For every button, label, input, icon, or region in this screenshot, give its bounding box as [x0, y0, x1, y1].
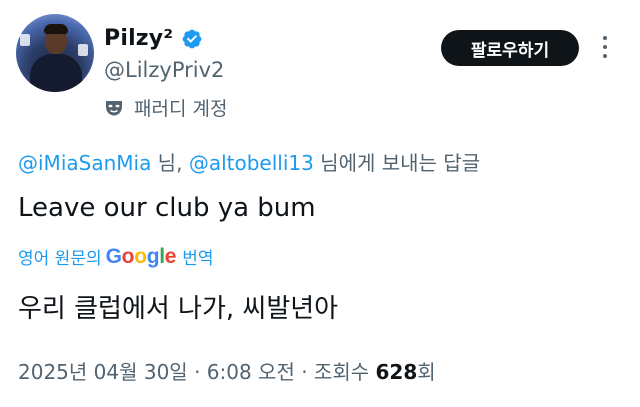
- mention-link[interactable]: @iMiaSanMia: [18, 151, 151, 175]
- verified-badge-icon[interactable]: [181, 28, 203, 50]
- views-count: 628: [375, 360, 418, 384]
- display-name[interactable]: Pilzy²: [104, 26, 173, 51]
- avatar[interactable]: [16, 14, 94, 92]
- reply-context: @iMiaSanMia 님, @altobelli13 님에게 보내는 답글: [18, 147, 480, 176]
- google-logo: Google: [105, 244, 177, 268]
- more-vertical-icon[interactable]: [601, 36, 609, 62]
- parody-label-text: 패러디 계정: [134, 98, 228, 120]
- parody-mask-icon: [104, 98, 124, 118]
- mention-link[interactable]: @altobelli13: [189, 151, 314, 175]
- timestamp[interactable]: 2025년 04월 30일 · 6:08 오전 · 조회수: [18, 360, 375, 384]
- views-suffix: 회: [417, 360, 436, 384]
- translated-text: 우리 클럽에서 나가, 씨발년아: [18, 294, 339, 324]
- translation-suffix: 번역: [182, 249, 214, 269]
- name-row: Pilzy²: [104, 26, 203, 51]
- avatar-bg-logo: [20, 34, 30, 46]
- translation-attribution[interactable]: 영어 원문의 Google 번역: [18, 244, 214, 270]
- user-handle[interactable]: @LilzyPriv2: [104, 58, 224, 82]
- reply-separator: 님,: [151, 151, 189, 175]
- tweet-text: Leave our club ya bum: [18, 193, 316, 223]
- reply-suffix: 님에게 보내는 답글: [313, 151, 481, 175]
- tweet-meta: 2025년 04월 30일 · 6:08 오전 · 조회수 628회: [18, 356, 436, 385]
- translation-prefix: 영어 원문의: [18, 249, 102, 269]
- follow-button[interactable]: 팔로우하기: [441, 30, 579, 66]
- avatar-bg-logo: [78, 44, 88, 56]
- parody-account-label: 패러디 계정: [104, 94, 227, 121]
- avatar-body: [30, 54, 82, 92]
- avatar-hair: [44, 24, 68, 34]
